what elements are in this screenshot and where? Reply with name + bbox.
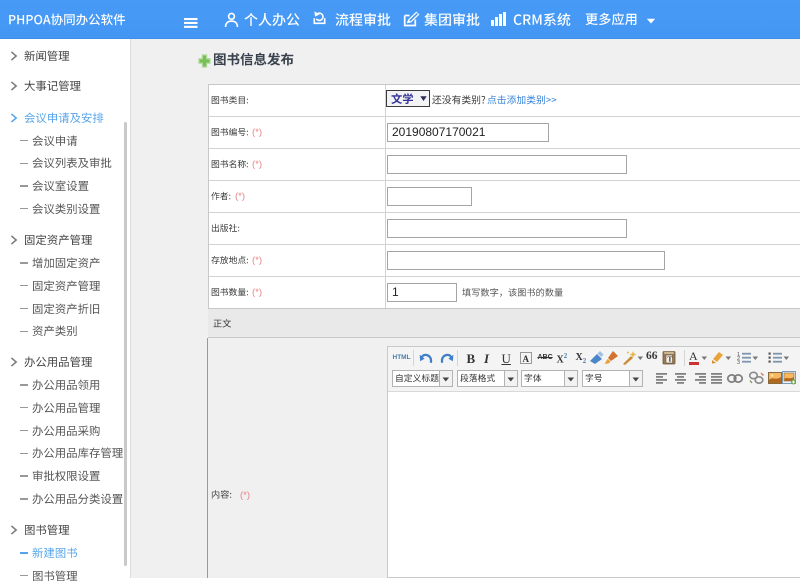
- svg-text:T: T: [667, 355, 672, 364]
- svg-text:3: 3: [737, 360, 740, 364]
